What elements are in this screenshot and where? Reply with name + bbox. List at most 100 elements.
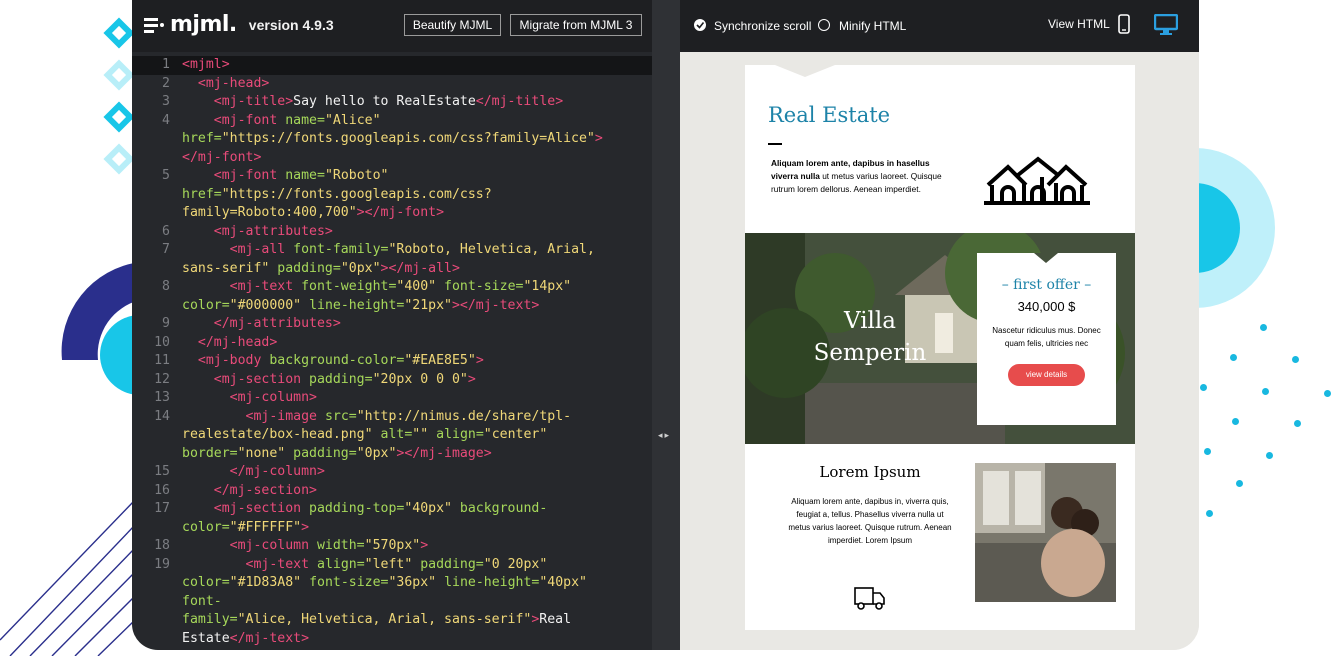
code-token: color= xyxy=(182,575,230,590)
brand-name: mjml. xyxy=(170,12,237,37)
code-token: <mj-text xyxy=(245,556,317,572)
migrate-mjml3-button[interactable]: Migrate from MJML 3 xyxy=(510,14,642,36)
hero-title: Villa Semperin xyxy=(805,305,935,369)
lorem-text: Aliquam lorem ante, dapibus in, viverra … xyxy=(788,497,952,545)
code-token: "20px 0 0 0" xyxy=(372,371,468,387)
code-text: <mj-title>Say hello to RealEstate</mj-ti… xyxy=(176,93,634,112)
code-line[interactable]: 18 <mj-column width="570px"> xyxy=(132,537,652,556)
offer-text: Nascetur ridiculus mus. Donec quam felis… xyxy=(992,326,1101,348)
sync-scroll-label[interactable]: Synchronize scroll xyxy=(714,19,811,33)
code-token: color= xyxy=(182,297,230,313)
code-token: "Roboto" xyxy=(324,168,389,183)
houses-icon xyxy=(984,156,1090,205)
code-token: width= xyxy=(316,538,365,553)
code-line[interactable]: 11 <mj-body background-color="#EAE8E5"> xyxy=(132,352,652,371)
line-number: 9 xyxy=(162,316,170,331)
pane-splitter[interactable]: ◂▸ xyxy=(652,0,680,650)
code-token: padding= xyxy=(277,260,341,276)
code-token: ></mj-all> xyxy=(380,260,460,276)
code-token: </mj-head> xyxy=(197,334,278,350)
line-number: 2 xyxy=(162,75,170,91)
line-number: 6 xyxy=(162,223,170,239)
code-token: > xyxy=(475,353,484,368)
code-token: > xyxy=(594,131,603,146)
sync-scroll-checkbox[interactable] xyxy=(694,19,706,31)
line-number: 14 xyxy=(154,408,170,424)
code-token: padding-top= xyxy=(309,501,405,516)
line-number: 12 xyxy=(154,371,170,387)
beautify-mjml-button[interactable]: Beautify MJML xyxy=(404,14,501,36)
code-line[interactable]: 2 <mj-head> xyxy=(132,75,652,94)
code-token: alt= xyxy=(380,427,413,442)
code-line[interactable]: 20 <mj-text align="left" padding="0 20px… xyxy=(132,648,652,650)
code-text: <mj-section padding="20px 0 0 0"> xyxy=(176,371,634,390)
minify-html-label[interactable]: Minify HTML xyxy=(839,19,906,33)
desktop-view-icon[interactable] xyxy=(1154,14,1178,36)
truck-icon xyxy=(854,587,885,610)
code-line[interactable]: 7 <mj-all font-family="Roboto, Helvetica… xyxy=(132,241,652,278)
code-line[interactable]: 16 </mj-section> xyxy=(132,482,652,501)
code-line[interactable]: 14 <mj-image src="http://nimus.de/share/… xyxy=(132,408,652,464)
code-line[interactable]: 6 <mj-attributes> xyxy=(132,223,652,242)
code-text: <mj-text align="left" padding="0 20px" c… xyxy=(176,556,634,649)
code-token: <mj-column xyxy=(229,538,317,553)
code-line[interactable]: 1 <mjml> xyxy=(132,56,652,75)
code-token: font- family= xyxy=(182,593,238,628)
code-token: "#000000" xyxy=(229,297,302,313)
line-number: 17 xyxy=(154,501,170,516)
line-number: 1 xyxy=(162,57,170,72)
code-text: <mj-body background-color="#EAE8E5"> xyxy=(176,352,634,371)
minify-html-radio[interactable] xyxy=(818,19,830,31)
code-line[interactable]: 19 <mj-text align="left" padding="0 20px… xyxy=(132,556,652,649)
view-html-link[interactable]: View HTML xyxy=(1048,17,1110,31)
code-line[interactable]: 15 </mj-column> xyxy=(132,463,652,482)
app-window: mjml. version 4.9.3 Beautify MJML Migrat… xyxy=(132,0,1199,650)
code-line[interactable]: 4 <mj-font name="Alice" href="https://fo… xyxy=(132,112,652,168)
code-text: <mj-column width="570px"> xyxy=(176,537,634,556)
code-token: ></mj-font> xyxy=(356,205,445,220)
code-token: <mj-section xyxy=(213,501,310,516)
code-token: </mj-title> xyxy=(475,94,564,109)
code-line[interactable]: 17 <mj-section padding-top="40px" backgr… xyxy=(132,500,652,537)
people-photo xyxy=(975,463,1116,602)
code-line[interactable]: 12 <mj-section padding="20px 0 0 0"> xyxy=(132,371,652,390)
code-token: name= xyxy=(285,168,325,183)
code-text: <mjml> xyxy=(176,56,634,75)
code-line[interactable]: 13 <mj-column> xyxy=(132,389,652,408)
view-details-button[interactable]: view details xyxy=(1008,364,1085,386)
code-token: ></mj-text> xyxy=(451,297,540,313)
code-line[interactable]: 3 <mj-title>Say hello to RealEstate</mj-… xyxy=(132,93,652,112)
line-number: 20 xyxy=(132,648,176,650)
line-number: 5 xyxy=(162,168,170,183)
hero-section: Villa Semperin – first offer – 340,000 $… xyxy=(745,233,1135,444)
code-text: <mj-text font-weight="400" font-size="14… xyxy=(176,278,634,315)
code-line[interactable]: 8 <mj-text font-weight="400" font-size="… xyxy=(132,278,652,315)
code-token: "left" xyxy=(365,649,413,650)
code-area[interactable]: 1 <mjml> 2 <mj-head> 3 <mj-title>Say hello … xyxy=(132,56,652,650)
mobile-view-icon[interactable] xyxy=(1118,14,1130,34)
code-token: > xyxy=(467,371,476,387)
code-token: > xyxy=(301,519,310,535)
code-token: align= xyxy=(317,649,365,650)
code-token: "21px" xyxy=(404,297,452,313)
version-label: version 4.9.3 xyxy=(248,16,334,33)
code-line[interactable]: 5 <mj-font name="Roboto" href="https://f… xyxy=(132,167,652,223)
code-text: <mj-font name="Alice" href="https://font… xyxy=(176,112,634,168)
code-line[interactable]: 10 </mj-head> xyxy=(132,334,652,353)
code-text: <mj-column> xyxy=(176,389,634,408)
code-token: <mj-font xyxy=(213,168,286,183)
code-line[interactable]: 9 </mj-attributes> xyxy=(132,315,652,334)
lorem-heading: Lorem Ipsum xyxy=(819,463,921,481)
code-token: </mj-column> xyxy=(229,464,325,479)
editor-toolbar: mjml. version 4.9.3 Beautify MJML Migrat… xyxy=(132,0,652,52)
